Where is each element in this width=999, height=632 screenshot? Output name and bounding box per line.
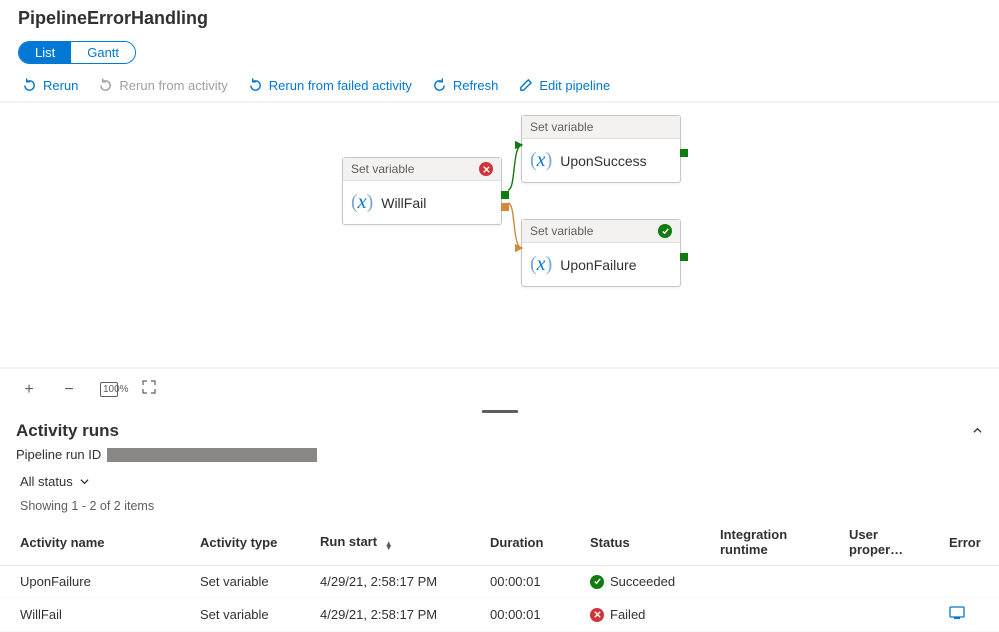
error-badge-icon (479, 162, 493, 176)
status-filter[interactable]: All status (20, 474, 90, 489)
activity-runs-heading: Activity runs (16, 421, 119, 441)
col-duration[interactable]: Duration (480, 519, 580, 566)
refresh-label: Refresh (453, 78, 499, 93)
rerun-from-activity-label: Rerun from activity (119, 78, 227, 93)
col-status[interactable]: Status (580, 519, 710, 566)
success-badge-icon (658, 224, 672, 238)
tab-gantt[interactable]: Gantt (71, 42, 135, 63)
pipeline-canvas[interactable]: Set variable (x) WillFail Set variable (… (0, 115, 999, 365)
table-row[interactable]: UponFailureSet variable4/29/21, 2:58:17 … (0, 566, 999, 598)
node-willfail[interactable]: Set variable (x) WillFail (342, 157, 502, 225)
run-id-label: Pipeline run ID (16, 447, 101, 462)
cell-activity-type: Set variable (190, 598, 310, 632)
col-error[interactable]: Error (939, 519, 999, 566)
rerun-activity-icon (98, 78, 113, 93)
rerun-from-failed-label: Rerun from failed activity (269, 78, 412, 93)
zoom-reset-button[interactable]: 100% (100, 382, 118, 397)
tab-list[interactable]: List (19, 42, 71, 63)
showing-label: Showing 1 - 2 of 2 items (0, 493, 999, 519)
cell-run-start: 4/29/21, 2:58:17 PM (310, 598, 480, 632)
success-badge-icon (590, 575, 604, 589)
variable-icon: (x) (351, 191, 373, 214)
rerun-from-failed-button[interactable]: Rerun from failed activity (248, 78, 412, 93)
zoom-out-button[interactable]: − (60, 381, 78, 399)
cell-runtime (710, 566, 839, 598)
chevron-down-icon (79, 476, 90, 487)
rerun-button[interactable]: Rerun (22, 78, 78, 93)
node-uponsuccess[interactable]: Set variable (x) UponSuccess (521, 115, 681, 183)
variable-icon: (x) (530, 149, 552, 172)
rerun-from-activity-button: Rerun from activity (98, 78, 227, 93)
cell-activity-name: UponFailure (0, 566, 190, 598)
cell-error (939, 598, 999, 632)
node-uponfailure[interactable]: Set variable (x) UponFailure (521, 219, 681, 287)
cell-user-props (839, 566, 939, 598)
refresh-button[interactable]: Refresh (432, 78, 499, 93)
col-activity-name[interactable]: Activity name (0, 519, 190, 566)
cell-error (939, 566, 999, 598)
canvas-toolbar: + − 100% (0, 367, 999, 410)
activity-runs-table: Activity name Activity type Run start ▲▼… (0, 519, 999, 632)
col-integration-runtime[interactable]: Integration runtime (710, 519, 839, 566)
success-port[interactable] (501, 191, 509, 199)
toolbar: Rerun Rerun from activity Rerun from fai… (0, 70, 999, 103)
success-port[interactable] (680, 149, 688, 157)
col-user-props[interactable]: User proper… (839, 519, 939, 566)
cell-status: Succeeded (580, 566, 710, 598)
col-run-start[interactable]: Run start ▲▼ (310, 519, 480, 566)
cell-activity-name: WillFail (0, 598, 190, 632)
error-details-button[interactable] (949, 608, 965, 623)
edit-icon (518, 78, 533, 93)
variable-icon: (x) (530, 253, 552, 276)
node-type-label: Set variable (351, 162, 414, 176)
cell-duration: 00:00:01 (480, 566, 580, 598)
cell-runtime (710, 598, 839, 632)
node-name: UponFailure (560, 257, 636, 273)
failure-port[interactable] (501, 203, 509, 211)
cell-duration: 00:00:01 (480, 598, 580, 632)
refresh-icon (432, 78, 447, 93)
node-name: WillFail (381, 195, 426, 211)
cell-run-start: 4/29/21, 2:58:17 PM (310, 566, 480, 598)
error-badge-icon (590, 608, 604, 622)
status-filter-label: All status (20, 474, 73, 489)
col-run-start-label: Run start (320, 534, 377, 549)
collapse-button[interactable] (972, 424, 983, 439)
rerun-label: Rerun (43, 78, 78, 93)
view-toggle: List Gantt (18, 41, 136, 64)
cell-activity-type: Set variable (190, 566, 310, 598)
rerun-failed-icon (248, 78, 263, 93)
node-type-label: Set variable (530, 224, 593, 238)
run-id-value (107, 448, 317, 462)
edit-pipeline-button[interactable]: Edit pipeline (518, 78, 610, 93)
node-name: UponSuccess (560, 153, 646, 169)
table-row[interactable]: WillFailSet variable4/29/21, 2:58:17 PM0… (0, 598, 999, 632)
col-activity-type[interactable]: Activity type (190, 519, 310, 566)
success-port[interactable] (680, 253, 688, 261)
rerun-icon (22, 78, 37, 93)
fit-screen-button[interactable] (140, 379, 158, 400)
sort-icon: ▲▼ (385, 542, 393, 550)
node-type-label: Set variable (530, 120, 593, 134)
edit-pipeline-label: Edit pipeline (539, 78, 610, 93)
zoom-in-button[interactable]: + (20, 381, 38, 399)
cell-user-props (839, 598, 939, 632)
cell-status: Failed (580, 598, 710, 632)
page-title: PipelineErrorHandling (0, 0, 999, 35)
